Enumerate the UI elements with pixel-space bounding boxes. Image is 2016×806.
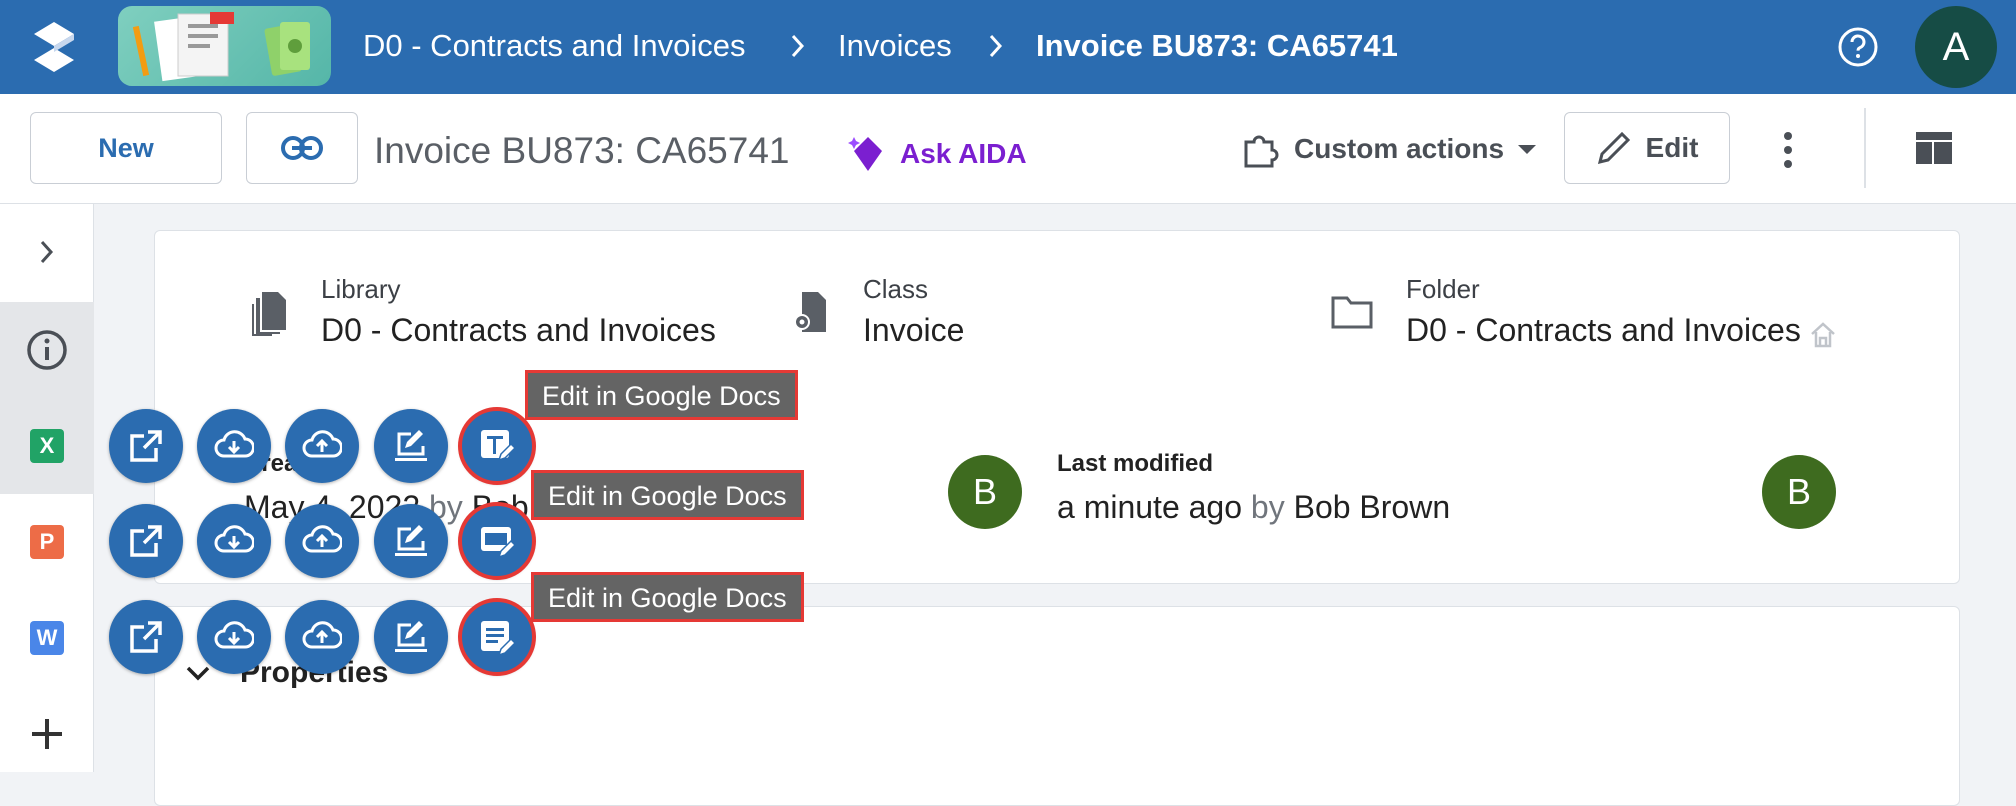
layout-toggle-icon[interactable]: [1914, 130, 1954, 166]
cloud-download-icon: [214, 525, 254, 553]
folder-icon: [1331, 296, 1373, 329]
copy-link-button[interactable]: [246, 112, 358, 184]
home-icon: [1811, 322, 1835, 348]
upload-button[interactable]: [285, 600, 359, 674]
class-label: Class: [863, 274, 929, 304]
open-external-button[interactable]: [109, 504, 183, 578]
edit-online-button[interactable]: [374, 409, 448, 483]
sidebar-item-info[interactable]: [0, 302, 94, 398]
toolbar-divider: [1864, 108, 1866, 188]
left-sidebar: X P W: [0, 204, 94, 772]
download-button[interactable]: [197, 409, 271, 483]
upload-button[interactable]: [285, 504, 359, 578]
edit-in-google-docs-button[interactable]: [458, 598, 536, 676]
edit-doc-icon: [395, 525, 427, 556]
app-logo-icon[interactable]: [30, 20, 78, 74]
open-external-button[interactable]: [109, 409, 183, 483]
top-bar: D0 - Contracts and Invoices Invoices Inv…: [0, 0, 2016, 94]
download-button[interactable]: [197, 504, 271, 578]
open-external-icon: [130, 525, 162, 557]
class-icon: [794, 292, 826, 332]
sidebar-item-word[interactable]: W: [0, 590, 94, 686]
cloud-upload-icon: [302, 525, 342, 553]
document-title: Invoice BU873: CA65741: [374, 130, 790, 171]
breadcrumb-library[interactable]: D0 - Contracts and Invoices: [363, 26, 746, 66]
library-icon: [252, 292, 286, 336]
tooltip-edit-in-google-docs: Edit in Google Docs: [525, 370, 798, 420]
excel-icon: X: [30, 429, 64, 463]
chevron-down-icon[interactable]: [184, 664, 212, 684]
modified-by-avatar: B: [1762, 455, 1836, 529]
class-value: Invoice: [863, 312, 965, 348]
open-external-button[interactable]: [109, 600, 183, 674]
tooltip-edit-in-google-docs: Edit in Google Docs: [531, 470, 804, 520]
cloud-download-icon: [214, 430, 254, 458]
ask-aida-button[interactable]: Ask AIDA: [846, 134, 1027, 174]
last-modified-label: Last modified: [1057, 450, 1214, 477]
open-external-icon: [130, 430, 162, 462]
custom-actions-label: Custom actions: [1294, 133, 1505, 164]
custom-actions-button[interactable]: Custom actions: [1240, 124, 1538, 174]
document-toolbar: New Invoice BU873: CA65741 Ask AIDA Cust…: [0, 94, 2016, 204]
created-by-avatar: B: [948, 455, 1022, 529]
breadcrumb-invoices[interactable]: Invoices: [838, 26, 952, 66]
user-avatar[interactable]: A: [1915, 6, 1997, 88]
info-icon: [27, 330, 67, 370]
sidebar-expand-button[interactable]: [0, 204, 94, 300]
ask-aida-label: Ask AIDA: [900, 138, 1027, 169]
aida-sparkle-icon: [848, 137, 882, 171]
download-button[interactable]: [197, 600, 271, 674]
app-banner-image: [118, 6, 331, 86]
edit-label: Edit: [1645, 132, 1699, 163]
folder-label: Folder: [1406, 274, 1480, 304]
new-button[interactable]: New: [30, 112, 222, 184]
sheets-edit-icon: [481, 430, 517, 462]
pencil-icon: [1597, 131, 1630, 165]
tooltip-edit-in-google-docs: Edit in Google Docs: [531, 572, 804, 622]
cloud-upload-icon: [302, 621, 342, 649]
breadcrumb-separator-icon: [791, 34, 805, 58]
caret-down-icon: [1518, 145, 1537, 154]
chevron-right-icon: [40, 240, 54, 264]
edit-online-button[interactable]: [374, 504, 448, 578]
help-icon[interactable]: [1836, 25, 1880, 69]
breadcrumb-current: Invoice BU873: CA65741: [1036, 28, 1398, 63]
cloud-download-icon: [214, 621, 254, 649]
last-modified-value: a minute ago by Bob Brown: [1057, 489, 1451, 525]
slides-edit-icon: [481, 527, 517, 559]
puzzle-icon: [1244, 135, 1279, 168]
open-external-icon: [130, 621, 162, 653]
docs-edit-icon: [481, 621, 517, 657]
cloud-upload-icon: [302, 430, 342, 458]
more-options-icon[interactable]: [1776, 130, 1800, 170]
powerpoint-icon: P: [30, 525, 64, 559]
sidebar-item-powerpoint[interactable]: P: [0, 494, 94, 590]
plus-icon: [32, 719, 62, 749]
folder-value[interactable]: D0 - Contracts and Invoices: [1406, 312, 1801, 349]
breadcrumb-separator-icon: [989, 34, 1003, 58]
link-icon: [281, 136, 323, 160]
edit-doc-icon: [395, 621, 427, 652]
sidebar-add-button[interactable]: [0, 686, 94, 782]
library-value[interactable]: D0 - Contracts and Invoices: [321, 312, 716, 349]
word-icon: W: [30, 621, 64, 655]
edit-online-button[interactable]: [374, 600, 448, 674]
sidebar-item-excel[interactable]: X: [0, 398, 94, 494]
edit-button[interactable]: Edit: [1564, 112, 1730, 184]
edit-doc-icon: [395, 430, 427, 461]
edit-in-google-slides-button[interactable]: [458, 502, 536, 580]
library-label: Library: [321, 274, 401, 304]
edit-in-google-sheets-button[interactable]: [458, 407, 536, 485]
upload-button[interactable]: [285, 409, 359, 483]
